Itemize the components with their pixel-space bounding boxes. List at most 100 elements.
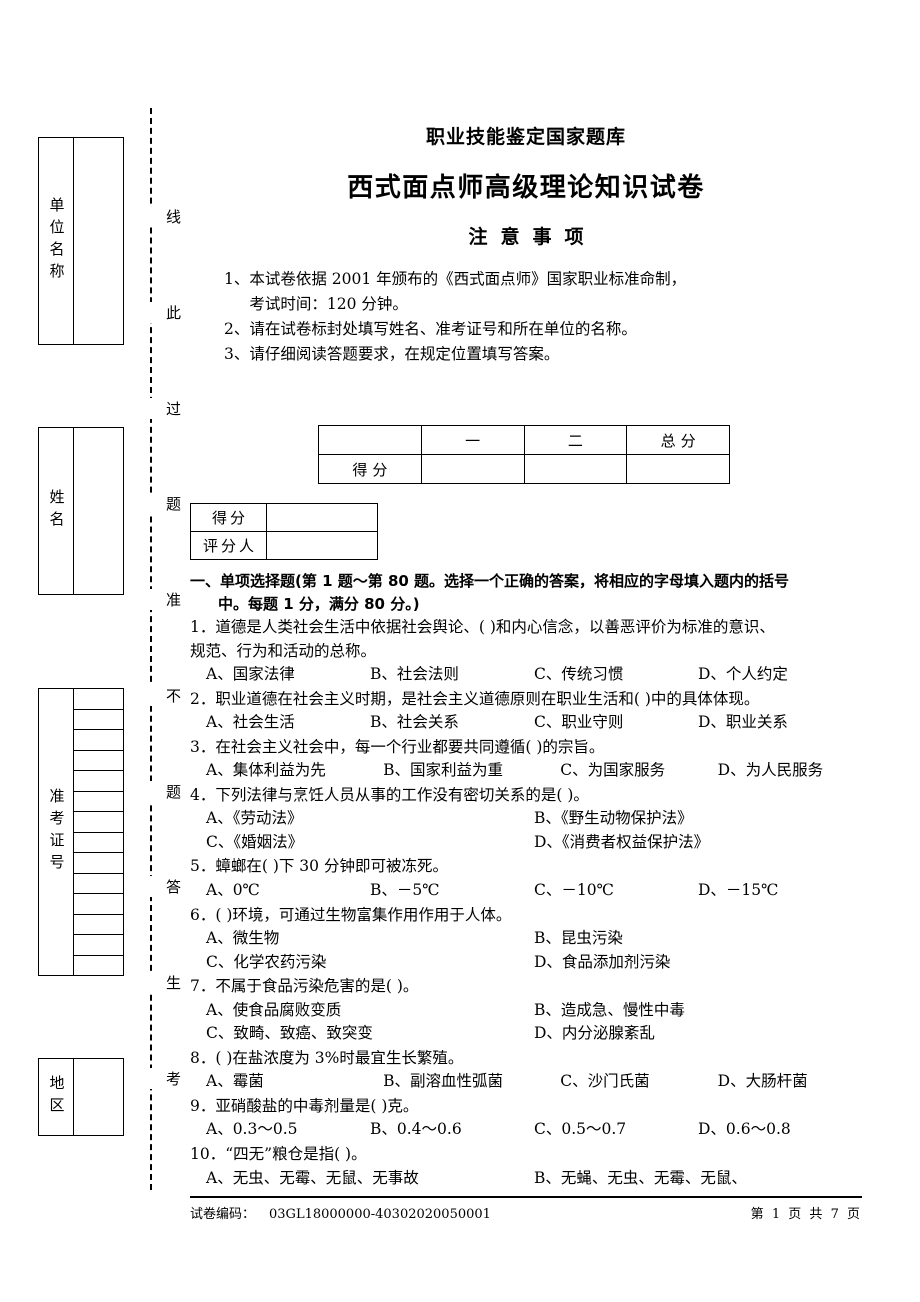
notice-item-1-line1: 本试卷依据 2001 年颁布的《西式面点师》国家职业标准命制， bbox=[249, 270, 687, 288]
ticket-number-cell[interactable] bbox=[74, 935, 123, 956]
score-summary-value-row: 得分 bbox=[318, 454, 730, 484]
question-option[interactable]: B、昆虫污染 bbox=[534, 927, 862, 951]
seal-line-char: 答 bbox=[142, 876, 184, 898]
marker-score-value[interactable] bbox=[266, 503, 378, 532]
question-item: 1．道德是人类社会生活中依据社会舆论、( )和内心信念，以善恶评价为标准的意识、… bbox=[190, 616, 862, 687]
ticket-number-cell[interactable] bbox=[74, 812, 123, 833]
marker-score-label: 得分 bbox=[190, 503, 267, 532]
question-option[interactable]: C、沙门氏菌 bbox=[560, 1070, 717, 1094]
stub-region-text: 地区 bbox=[47, 1075, 66, 1119]
question-option[interactable]: C、致畸、致癌、致突变 bbox=[206, 1022, 534, 1046]
notice-item-2-text: 请在试卷标封处填写姓名、准考证号和所在单位的名称。 bbox=[249, 320, 637, 339]
page-title-org: 职业技能鉴定国家题库 bbox=[425, 126, 626, 148]
ticket-number-cell[interactable] bbox=[74, 710, 123, 730]
page-unit-2: 页 bbox=[846, 1207, 860, 1222]
question-options-row: A、0℃ B、－5℃ C、－10℃ D、－15℃ bbox=[190, 879, 862, 903]
question-option[interactable]: B、《野生动物保护法》 bbox=[534, 807, 862, 831]
question-option[interactable]: A、0.3～0.5 bbox=[206, 1118, 370, 1142]
question-option[interactable]: D、职业关系 bbox=[698, 711, 862, 735]
question-option[interactable]: A、无虫、无霉、无鼠、无事故 bbox=[206, 1167, 534, 1191]
question-option[interactable]: D、《消费者权益保护法》 bbox=[534, 831, 862, 855]
question-option[interactable]: B、0.4～0.6 bbox=[370, 1118, 534, 1142]
score-summary-table: 一 二 总分 得分 bbox=[318, 425, 730, 484]
question-option[interactable]: D、内分泌腺紊乱 bbox=[534, 1022, 862, 1046]
question-option[interactable]: D、个人约定 bbox=[698, 663, 862, 687]
question-option[interactable]: D、大肠杆菌 bbox=[718, 1070, 882, 1094]
seal-line-char: 题 bbox=[142, 780, 184, 802]
seal-line-char: 题 bbox=[142, 493, 184, 515]
question-option[interactable]: C、化学农药污染 bbox=[206, 951, 534, 975]
stub-ticket-number-field[interactable] bbox=[74, 689, 123, 975]
seal-line: 线此过题准不题答生考 bbox=[142, 108, 184, 1190]
question-option[interactable]: A、微生物 bbox=[206, 927, 534, 951]
ticket-number-cell[interactable] bbox=[74, 751, 123, 771]
question-stem: 2．职业道德在社会主义时期，是社会主义道德原则在职业生活和( )中的具体体现。 bbox=[190, 689, 760, 708]
ticket-number-cell[interactable] bbox=[74, 915, 123, 935]
question-option[interactable]: D、食品添加剂污染 bbox=[534, 951, 862, 975]
question-option[interactable]: B、无蝇、无虫、无霉、无鼠、 bbox=[534, 1167, 862, 1191]
ticket-number-cell[interactable] bbox=[74, 833, 123, 853]
ticket-number-cells[interactable] bbox=[74, 689, 123, 975]
ticket-number-cell[interactable] bbox=[74, 771, 123, 792]
footer-divider bbox=[190, 1196, 862, 1198]
question-option[interactable]: C、0.5～0.7 bbox=[534, 1118, 698, 1142]
question-option[interactable]: B、造成急、慢性中毒 bbox=[534, 999, 862, 1023]
marker-table-wrap: 得分 评分人 bbox=[190, 503, 378, 560]
stub-region-field[interactable] bbox=[74, 1059, 123, 1135]
stub-person-name: 姓名 bbox=[38, 427, 124, 595]
question-option[interactable]: C、传统习惯 bbox=[534, 663, 698, 687]
marker-grader-value[interactable] bbox=[266, 531, 378, 560]
question-options-row: A、社会生活 B、社会关系 C、职业守则 D、职业关系 bbox=[190, 711, 862, 735]
question-options-row: A、无虫、无霉、无鼠、无事故 B、无蝇、无虫、无霉、无鼠、 bbox=[190, 1167, 862, 1191]
question-option[interactable]: B、社会关系 bbox=[370, 711, 534, 735]
question-option[interactable]: A、《劳动法》 bbox=[206, 807, 534, 831]
page-current: 1 bbox=[771, 1207, 781, 1222]
page-total: 7 bbox=[830, 1207, 839, 1222]
stub-unit-name: 单位名称 bbox=[38, 137, 124, 345]
exam-code-value: 03GL18000000-40302020050001 bbox=[269, 1207, 491, 1222]
page-unit-1: 页 bbox=[788, 1207, 802, 1222]
question-option[interactable]: C、为国家服务 bbox=[560, 759, 717, 783]
question-option[interactable]: C、－10℃ bbox=[534, 879, 698, 903]
question-stem: 9．亚硝酸盐的中毒剂量是( )克。 bbox=[190, 1096, 419, 1115]
question-stem: 8．( )在盐浓度为 3%时最宜生长繁殖。 bbox=[190, 1048, 464, 1067]
question-options-row: C、《婚姻法》 D、《消费者权益保护法》 bbox=[190, 831, 862, 855]
question-option[interactable]: A、社会生活 bbox=[206, 711, 370, 735]
question-option[interactable]: B、国家利益为重 bbox=[383, 759, 560, 783]
question-option[interactable]: A、集体利益为先 bbox=[206, 759, 383, 783]
ticket-number-cell[interactable] bbox=[74, 689, 123, 710]
question-options-row: A、《劳动法》 B、《野生动物保护法》 bbox=[190, 807, 862, 831]
score-value-total[interactable] bbox=[626, 454, 730, 484]
question-option[interactable]: A、国家法律 bbox=[206, 663, 370, 687]
question-option[interactable]: C、职业守则 bbox=[534, 711, 698, 735]
ticket-number-cell[interactable] bbox=[74, 730, 123, 751]
question-option[interactable]: B、副溶血性弧菌 bbox=[383, 1070, 560, 1094]
ticket-number-cell[interactable] bbox=[74, 956, 123, 976]
question-stem-cont: 规范、行为和活动的总称。 bbox=[190, 641, 377, 660]
ticket-number-cell[interactable] bbox=[74, 874, 123, 894]
question-option[interactable]: A、霉菌 bbox=[206, 1070, 383, 1094]
question-item: 5．蟑螂在( )下 30 分钟即可被冻死。 A、0℃ B、－5℃ C、－10℃ D、－1… bbox=[190, 855, 862, 902]
stub-unit-name-field[interactable] bbox=[74, 138, 123, 344]
stub-person-name-field[interactable] bbox=[74, 428, 123, 594]
question-item: 9．亚硝酸盐的中毒剂量是( )克。 A、0.3～0.5 B、0.4～0.6 C、0.5… bbox=[190, 1095, 862, 1142]
question-option[interactable]: A、使食品腐败变质 bbox=[206, 999, 534, 1023]
question-option[interactable]: D、为人民服务 bbox=[718, 759, 882, 783]
page-prefix: 第 bbox=[750, 1207, 764, 1222]
question-options-row: A、使食品腐败变质 B、造成急、慢性中毒 bbox=[190, 999, 862, 1023]
ticket-number-cell[interactable] bbox=[74, 792, 123, 812]
main-content: 职业技能鉴定国家题库 西式面点师高级理论知识试卷 注意事项 1、 本试卷依据 2… bbox=[190, 110, 862, 1187]
ticket-number-cell[interactable] bbox=[74, 853, 123, 874]
question-option[interactable]: A、0℃ bbox=[206, 879, 370, 903]
question-option[interactable]: D、－15℃ bbox=[698, 879, 862, 903]
marker-row-score: 得分 bbox=[190, 503, 378, 532]
ticket-number-cell[interactable] bbox=[74, 894, 123, 915]
score-value-part-1[interactable] bbox=[420, 454, 525, 484]
question-item: 3．在社会主义社会中，每一个行业都要共同遵循( )的宗旨。 A、集体利益为先 B、国… bbox=[190, 736, 862, 783]
question-option[interactable]: B、社会法则 bbox=[370, 663, 534, 687]
stub-ticket-number-label: 准考证号 bbox=[39, 689, 74, 975]
question-option[interactable]: D、0.6～0.8 bbox=[698, 1118, 862, 1142]
question-option[interactable]: B、－5℃ bbox=[370, 879, 534, 903]
question-option[interactable]: C、《婚姻法》 bbox=[206, 831, 534, 855]
score-value-part-2[interactable] bbox=[523, 454, 628, 484]
